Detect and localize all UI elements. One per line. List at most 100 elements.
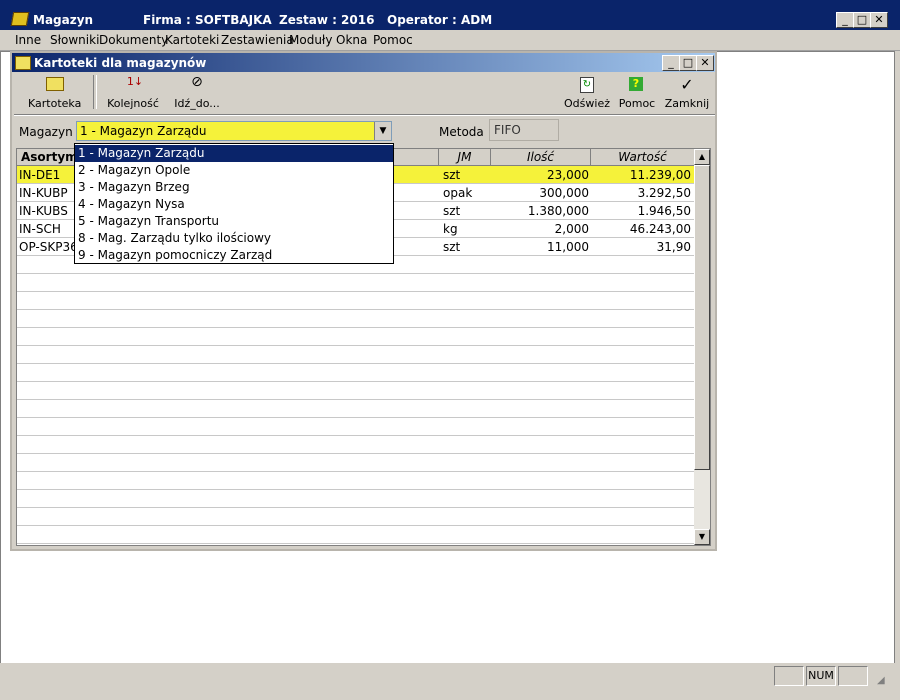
table-row — [17, 526, 695, 544]
checkmark-icon: ✓ — [680, 75, 694, 94]
status-panel-scroll — [838, 666, 868, 686]
odswiez-button[interactable]: ↻ Odśwież — [562, 75, 612, 111]
scrollbar-thumb[interactable] — [694, 165, 710, 470]
cell-wartosc: 31,90 — [656, 240, 691, 254]
close-button[interactable]: ✕ — [870, 12, 888, 28]
menu-pomoc[interactable]: Pomoc — [373, 33, 413, 47]
scroll-up-icon[interactable]: ▲ — [694, 149, 710, 165]
cell-wartosc: 3.292,50 — [637, 186, 691, 200]
app-title: Magazyn — [33, 13, 94, 27]
firma-label: Firma : SOFTBAJKA — [143, 13, 272, 27]
table-row — [17, 490, 695, 508]
dropdown-option[interactable]: 4 - Magazyn Nysa — [75, 196, 393, 213]
zamknij-label: Zamknij — [664, 97, 710, 110]
cell-jm: opak — [443, 186, 473, 200]
pomoc-button[interactable]: ? Pomoc — [614, 75, 660, 111]
zestaw-label: Zestaw : 2016 — [279, 13, 375, 27]
toolbar-separator — [93, 75, 97, 109]
app-icon[interactable] — [10, 12, 30, 26]
cell-jm: szt — [443, 240, 461, 254]
cell-jm: szt — [443, 168, 461, 182]
scroll-down-icon[interactable]: ▼ — [694, 529, 710, 545]
idz-do-button[interactable]: ⊘ Idź_do... — [172, 75, 222, 111]
toolbar-divider — [14, 114, 715, 116]
card-index-icon — [46, 77, 64, 91]
menu-zestawienia[interactable]: Zestawienia — [221, 33, 294, 47]
maximize-button[interactable]: □ — [853, 12, 871, 28]
sort-order-icon: 1↓ — [126, 75, 144, 88]
status-panel-caps — [774, 666, 804, 686]
column-header-ilosc[interactable]: Ilość — [491, 149, 591, 166]
table-row — [17, 328, 695, 346]
cell-wartosc: 11.239,00 — [629, 168, 691, 182]
table-row — [17, 400, 695, 418]
kartoteka-button[interactable]: Kartoteka — [28, 75, 82, 111]
status-panel-num: NUM — [806, 666, 836, 686]
kartoteki-window-title: Kartoteki dla magazynów — [34, 56, 207, 70]
metoda-value: FIFO — [494, 123, 521, 137]
kolejnosc-button[interactable]: 1↓ Kolejność — [107, 75, 159, 111]
menu-inne[interactable]: Inne — [15, 33, 41, 47]
child-minimize-button[interactable]: _ — [662, 55, 680, 71]
magazyn-select-value: 1 - Magazyn Zarządu — [80, 124, 207, 138]
menu-kartoteki[interactable]: Kartoteki — [165, 33, 219, 47]
menu-dokumenty[interactable]: Dokumenty — [99, 33, 168, 47]
odswiez-label: Odśwież — [564, 97, 610, 110]
dropdown-option[interactable]: 2 - Magazyn Opole — [75, 162, 393, 179]
cell-ilosc: 1.380,000 — [527, 204, 589, 218]
dropdown-option[interactable]: 3 - Magazyn Brzeg — [75, 179, 393, 196]
metoda-label: Metoda — [439, 125, 484, 139]
dropdown-option[interactable]: 8 - Mag. Zarządu tylko ilościowy — [75, 230, 393, 247]
magazyn-label: Magazyn — [19, 125, 73, 139]
cell-asortyment: IN-KUBS — [19, 204, 68, 218]
chevron-down-icon[interactable]: ▼ — [374, 122, 391, 140]
cell-jm: szt — [443, 204, 461, 218]
cell-ilosc: 23,000 — [547, 168, 589, 182]
table-row — [17, 274, 695, 292]
column-header-jm[interactable]: JM — [439, 149, 491, 166]
table-row — [17, 508, 695, 526]
cell-ilosc: 2,000 — [554, 222, 589, 236]
metoda-field: FIFO — [489, 119, 559, 141]
cell-asortyment: IN-SCH — [19, 222, 61, 236]
vertical-scrollbar[interactable]: ▲ ▼ — [694, 149, 710, 545]
resize-grip-icon[interactable]: ◢ — [877, 675, 885, 686]
folder-icon — [15, 56, 31, 70]
table-row — [17, 436, 695, 454]
table-row — [17, 346, 695, 364]
magazyn-dropdown-list: 1 - Magazyn Zarządu 2 - Magazyn Opole 3 … — [74, 143, 394, 264]
goto-icon: ⊘ — [191, 74, 203, 90]
table-row — [17, 364, 695, 382]
table-row — [17, 382, 695, 400]
menu-okna[interactable]: Okna — [336, 33, 367, 47]
child-close-button[interactable]: ✕ — [696, 55, 714, 71]
cell-ilosc: 300,000 — [539, 186, 589, 200]
refresh-icon: ↻ — [580, 77, 594, 93]
cell-jm: kg — [443, 222, 458, 236]
cell-asortyment: IN-DE1 — [19, 168, 61, 182]
table-row — [17, 472, 695, 490]
dropdown-option[interactable]: 1 - Magazyn Zarządu — [75, 145, 393, 162]
minimize-button[interactable]: _ — [836, 12, 854, 28]
column-header-wartosc[interactable]: Wartość — [591, 149, 695, 166]
operator-label: Operator : ADM — [387, 13, 493, 27]
cell-asortyment: OP-SKP36 — [19, 240, 78, 254]
menu-moduly[interactable]: Moduły — [289, 33, 332, 47]
table-row — [17, 310, 695, 328]
table-row — [17, 418, 695, 436]
cell-asortyment: IN-KUBP — [19, 186, 68, 200]
dropdown-option[interactable]: 9 - Magazyn pomocniczy Zarząd — [75, 247, 393, 264]
app-title-bar: Magazyn Firma : SOFTBAJKA Zestaw : 2016 … — [0, 0, 900, 30]
idz-do-label: Idź_do... — [174, 97, 220, 110]
magazyn-select[interactable]: 1 - Magazyn Zarządu ▼ — [76, 121, 392, 141]
status-bar: NUM ◢ — [0, 663, 900, 700]
menu-slowniki[interactable]: Słowniki — [50, 33, 99, 47]
menu-bar: Inne Słowniki Dokumenty Kartoteki Zestaw… — [0, 30, 900, 51]
cell-wartosc: 1.946,50 — [637, 204, 691, 218]
dropdown-option[interactable]: 5 - Magazyn Transportu — [75, 213, 393, 230]
kartoteka-label: Kartoteka — [28, 97, 82, 110]
zamknij-button[interactable]: ✓ Zamknij — [664, 75, 710, 111]
toolbar: Kartoteka 1↓ Kolejność ⊘ Idź_do... ↻ Odś… — [14, 73, 715, 113]
table-row — [17, 292, 695, 310]
child-maximize-button[interactable]: □ — [679, 55, 697, 71]
